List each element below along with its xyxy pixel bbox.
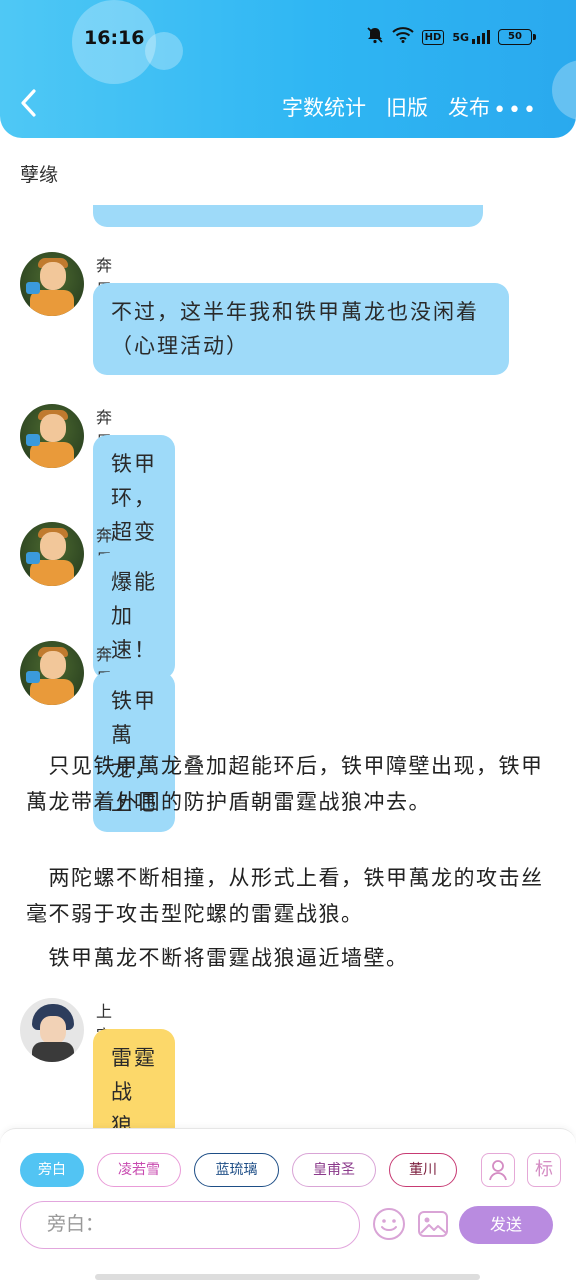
narration-paragraph[interactable]: 只见铁甲萬龙叠加超能环后，铁甲障壁出现，铁甲萬龙带着外围的防护盾朝雷霆战狼冲去。 bbox=[26, 748, 554, 820]
role-chip[interactable]: 蓝琉璃 bbox=[194, 1153, 279, 1187]
narration-paragraph[interactable]: 两陀螺不断相撞，从形式上看，铁甲萬龙的攻击丝毫不弱于攻击型陀螺的雷霆战狼。 bbox=[26, 860, 554, 932]
emoji-icon[interactable] bbox=[372, 1207, 406, 1241]
publish-button[interactable]: 发布 bbox=[448, 92, 490, 122]
previous-message-bubble bbox=[93, 205, 483, 227]
avatar[interactable] bbox=[20, 404, 84, 468]
decor-bubble bbox=[145, 32, 183, 70]
home-indicator[interactable] bbox=[95, 1274, 480, 1280]
tag-icon[interactable]: 标 bbox=[527, 1153, 561, 1187]
chevron-left-icon bbox=[21, 89, 36, 117]
wifi-icon bbox=[391, 27, 414, 47]
word-count-button[interactable]: 字数统计 bbox=[282, 92, 366, 122]
image-icon[interactable] bbox=[416, 1207, 450, 1241]
narration-paragraph[interactable]: 铁甲萬龙不断将雷霆战狼逼近墙壁。 bbox=[26, 940, 554, 976]
top-header: 16:16 HD 5G 50 字数统计 旧版 发布 ••• bbox=[0, 0, 576, 138]
avatar[interactable] bbox=[20, 641, 84, 705]
person-icon[interactable] bbox=[481, 1153, 515, 1187]
status-time: 16:16 bbox=[84, 27, 145, 49]
signal-icon: 5G bbox=[452, 30, 490, 44]
message-bubble[interactable]: 不过，这半年我和铁甲萬龙也没闲着（心理活动） bbox=[93, 283, 509, 375]
status-icons: HD 5G 50 bbox=[366, 26, 536, 48]
role-chip[interactable]: 凌若雪 bbox=[97, 1153, 181, 1187]
network-type: 5G bbox=[452, 31, 469, 44]
battery-icon: 50 bbox=[498, 29, 536, 45]
novel-title: 孽缘 bbox=[20, 164, 59, 186]
avatar[interactable] bbox=[20, 252, 84, 316]
composer-panel: 旁白 凌若雪 蓝琉璃 皇甫圣 董川 标 旁白： 发送 bbox=[0, 1128, 576, 1281]
hd-badge: HD bbox=[421, 29, 445, 45]
avatar[interactable] bbox=[20, 522, 84, 586]
mute-bell-icon bbox=[366, 26, 384, 48]
role-chip[interactable]: 董川 bbox=[389, 1153, 457, 1187]
avatar[interactable] bbox=[20, 998, 84, 1062]
role-chip[interactable]: 皇甫圣 bbox=[292, 1153, 376, 1187]
more-options-button[interactable]: ••• bbox=[493, 98, 538, 123]
old-version-button[interactable]: 旧版 bbox=[386, 92, 428, 122]
role-chip-narrator[interactable]: 旁白 bbox=[20, 1153, 84, 1187]
back-button[interactable] bbox=[18, 88, 48, 124]
message-input[interactable]: 旁白： bbox=[20, 1201, 360, 1249]
send-button[interactable]: 发送 bbox=[459, 1206, 553, 1244]
decor-bubble bbox=[552, 60, 576, 120]
header-actions: 字数统计 旧版 发布 bbox=[282, 92, 490, 122]
